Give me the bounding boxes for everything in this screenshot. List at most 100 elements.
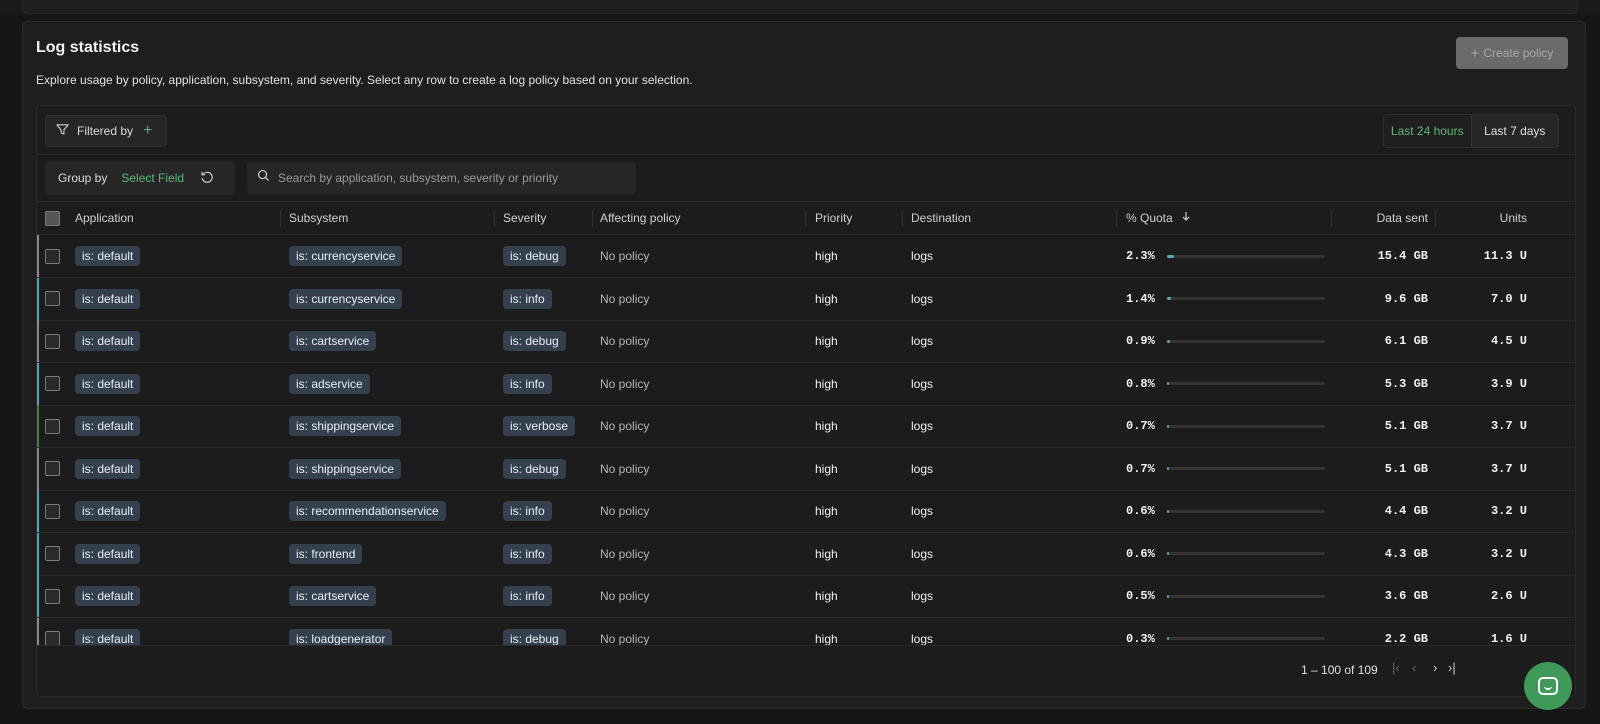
priority-cell: high: [815, 631, 838, 646]
quota-bar-fill: [1167, 467, 1170, 470]
previous-page-icon[interactable]: ‹: [1412, 660, 1416, 675]
filter-button[interactable]: Filtered by +: [45, 115, 167, 147]
application-tag[interactable]: is: default: [75, 543, 141, 564]
data-sent-cell: 5.1 GB: [1384, 419, 1428, 433]
destination-cell: logs: [911, 631, 934, 646]
pagination: 1 – 100 of 109 |‹ ‹ › ›|: [37, 645, 1575, 696]
page-description: Explore usage by policy, application, su…: [36, 73, 693, 87]
row-checkbox[interactable]: [45, 461, 60, 476]
units-cell: 4.5 U: [1490, 334, 1527, 348]
column-header-priority[interactable]: Priority: [815, 202, 903, 234]
severity-tag[interactable]: is: info: [503, 501, 552, 521]
subsystem-tag[interactable]: is: currencyservice: [289, 288, 403, 309]
next-page-icon[interactable]: ›: [1433, 660, 1437, 675]
subsystem-tag[interactable]: is: shippingservice: [289, 458, 402, 479]
application-tag[interactable]: is: default: [75, 246, 141, 266]
destination-cell: logs: [911, 546, 934, 561]
data-sent-cell: 3.6 GB: [1384, 589, 1428, 603]
severity-tag[interactable]: is: info: [503, 288, 552, 309]
column-header-units[interactable]: Units: [1437, 202, 1527, 234]
group-by-select[interactable]: Select Field: [121, 171, 184, 185]
table-row[interactable]: is: default is: cartservice is: debug No po…: [37, 320, 1575, 363]
time-option-last-24-hours[interactable]: Last 24 hours: [1384, 115, 1472, 147]
severity-tag[interactable]: is: info: [503, 373, 552, 394]
severity-tag[interactable]: is: info: [503, 543, 552, 564]
table-row[interactable]: is: default is: loadgenerator is: debug No …: [37, 617, 1575, 646]
column-header-application[interactable]: Application: [75, 202, 281, 234]
application-tag[interactable]: is: default: [75, 501, 141, 521]
subsystem-tag[interactable]: is: cartservice: [289, 586, 377, 606]
group-by-control: Group by Select Field: [45, 161, 235, 195]
table-body: is: default is: currencyservice is: debug N…: [37, 235, 1575, 645]
table-row[interactable]: is: default is: frontend is: info No policy…: [37, 532, 1575, 576]
table-row[interactable]: is: default is: recommendationservice is: …: [37, 490, 1575, 533]
severity-tag[interactable]: is: verbose: [503, 416, 576, 436]
priority-cell: high: [815, 589, 838, 603]
row-checkbox[interactable]: [45, 546, 60, 561]
row-checkbox[interactable]: [45, 376, 60, 391]
row-checkbox[interactable]: [45, 503, 60, 519]
subsystem-tag[interactable]: is: adservice: [289, 373, 370, 394]
affecting-policy-cell: No policy: [600, 291, 650, 306]
severity-edge-marker: [37, 490, 39, 532]
quota-value: 0.6%: [1126, 546, 1155, 561]
row-checkbox[interactable]: [45, 248, 60, 264]
column-header-quota[interactable]: % Quota: [1126, 202, 1332, 234]
data-sent-cell: 6.1 GB: [1384, 334, 1428, 348]
column-header-subsystem[interactable]: Subsystem: [289, 202, 495, 234]
quota-bar-fill: [1167, 637, 1169, 640]
last-page-icon[interactable]: ›|: [1448, 660, 1456, 675]
application-tag[interactable]: is: default: [75, 416, 141, 436]
search-input[interactable]: [278, 171, 628, 185]
table-row[interactable]: is: default is: currencyservice is: info No…: [37, 277, 1575, 321]
subsystem-tag[interactable]: is: frontend: [289, 543, 363, 564]
column-header-severity[interactable]: Severity: [503, 202, 593, 234]
column-header-data-sent[interactable]: Data sent: [1340, 202, 1436, 234]
affecting-policy-cell: No policy: [600, 334, 650, 348]
first-page-icon[interactable]: |‹: [1392, 660, 1400, 675]
reset-icon[interactable]: [200, 170, 214, 187]
column-header-destination[interactable]: Destination: [911, 202, 1117, 234]
severity-edge-marker: [37, 362, 39, 405]
application-tag[interactable]: is: default: [75, 288, 141, 309]
quota-value: 0.9%: [1126, 334, 1155, 348]
application-tag[interactable]: is: default: [75, 373, 141, 394]
data-sent-cell: 4.3 GB: [1384, 546, 1428, 561]
row-checkbox[interactable]: [45, 418, 60, 434]
row-checkbox[interactable]: [45, 333, 60, 349]
table-row[interactable]: is: default is: cartservice is: info No pol…: [37, 575, 1575, 618]
severity-tag[interactable]: is: debug: [503, 246, 566, 266]
subsystem-tag[interactable]: is: cartservice: [289, 331, 377, 351]
severity-edge-marker: [37, 532, 39, 575]
table-row[interactable]: is: default is: shippingservice is: debug N…: [37, 447, 1575, 491]
row-checkbox[interactable]: [45, 631, 60, 645]
severity-tag[interactable]: is: debug: [503, 331, 566, 351]
application-tag[interactable]: is: default: [75, 458, 141, 479]
time-option-last-7-days[interactable]: Last 7 days: [1472, 115, 1559, 147]
sort-descending-icon: [1181, 211, 1191, 225]
severity-tag[interactable]: is: info: [503, 586, 552, 606]
subsystem-tag[interactable]: is: loadgenerator: [289, 628, 393, 645]
create-policy-button[interactable]: + Create policy: [1456, 37, 1568, 69]
row-checkbox[interactable]: [45, 588, 60, 604]
destination-cell: logs: [911, 291, 934, 306]
chat-support-button[interactable]: [1524, 662, 1572, 710]
subsystem-tag[interactable]: is: shippingservice: [289, 416, 402, 436]
affecting-policy-cell: No policy: [600, 589, 650, 603]
table-row[interactable]: is: default is: adservice is: info No polic…: [37, 362, 1575, 406]
subsystem-tag[interactable]: is: currencyservice: [289, 246, 403, 266]
application-tag[interactable]: is: default: [75, 586, 141, 606]
quota-value: 2.3%: [1126, 249, 1155, 263]
severity-tag[interactable]: is: debug: [503, 628, 566, 645]
severity-tag[interactable]: is: debug: [503, 458, 566, 479]
row-checkbox[interactable]: [45, 291, 60, 306]
select-all-checkbox[interactable]: [45, 210, 60, 226]
subsystem-tag[interactable]: is: recommendationservice: [289, 501, 446, 521]
column-header-affecting-policy[interactable]: Affecting policy: [600, 202, 806, 234]
application-tag[interactable]: is: default: [75, 331, 141, 351]
table-row[interactable]: is: default is: currencyservice is: debug N…: [37, 235, 1575, 278]
application-tag[interactable]: is: default: [75, 628, 141, 645]
add-filter-icon[interactable]: +: [143, 122, 152, 140]
severity-edge-marker: [37, 575, 39, 617]
table-row[interactable]: is: default is: shippingservice is: verbos…: [37, 405, 1575, 448]
